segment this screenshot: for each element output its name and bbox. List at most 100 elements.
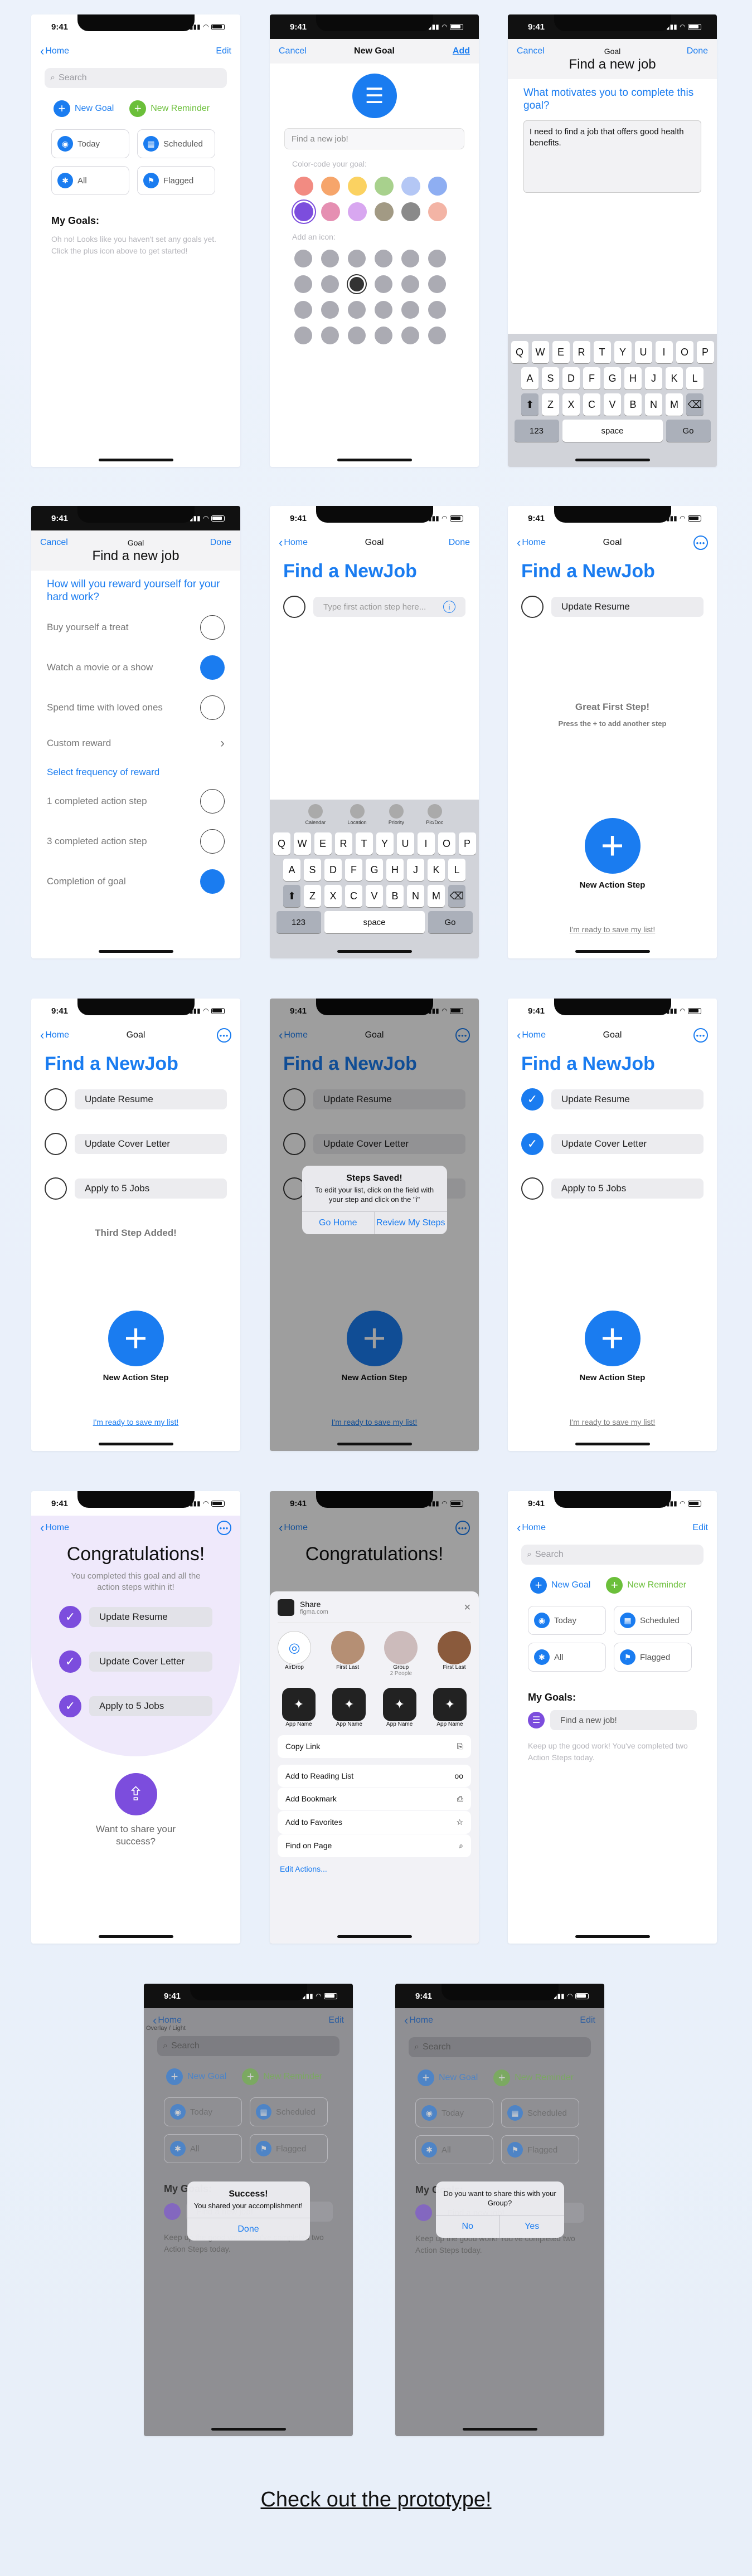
icon-option[interactable]: [294, 327, 312, 344]
tile-flagged[interactable]: ⚑ Flagged: [137, 166, 215, 195]
frequency-option[interactable]: 3 completed action step: [31, 821, 240, 861]
icon-option[interactable]: [375, 250, 392, 267]
copy-link-action[interactable]: Copy Link ⎘: [278, 1735, 471, 1758]
new-goal-button[interactable]: + New Goal: [54, 100, 114, 117]
color-swatch[interactable]: [428, 202, 447, 221]
reward-option[interactable]: Buy yourself a treat: [31, 607, 240, 647]
app-target[interactable]: ✦ App Name: [382, 1688, 416, 1727]
tile-scheduled[interactable]: ▦ Scheduled: [137, 129, 215, 158]
step-checkbox[interactable]: [45, 1133, 67, 1155]
save-list-link[interactable]: I'm ready to save my list!: [31, 1418, 240, 1426]
icon-option[interactable]: [321, 301, 339, 319]
back-home-button[interactable]: ‹ Home: [40, 1029, 69, 1041]
contact-target[interactable]: First Last: [437, 1631, 471, 1677]
bookmark-action[interactable]: Add Bookmark ⎙: [278, 1788, 471, 1810]
icon-option[interactable]: [321, 327, 339, 344]
review-steps-button[interactable]: Review My Steps: [374, 1211, 447, 1234]
color-swatch[interactable]: [348, 177, 367, 196]
icon-option[interactable]: [294, 301, 312, 319]
group-target[interactable]: Group 2 People: [384, 1631, 418, 1677]
icon-option[interactable]: [401, 301, 419, 319]
yes-button[interactable]: Yes: [499, 2215, 564, 2238]
icon-option[interactable]: [428, 301, 446, 319]
save-list-link[interactable]: I'm ready to save my list!: [508, 1418, 717, 1426]
back-home-button[interactable]: ‹ Home: [279, 537, 308, 549]
new-reminder-button[interactable]: + New Reminder: [129, 100, 210, 117]
icon-option-selected[interactable]: [348, 275, 366, 293]
step-item[interactable]: Apply to 5 Jobs: [75, 1179, 227, 1199]
step-checkbox[interactable]: [45, 1177, 67, 1200]
back-home-button[interactable]: ‹ Home: [40, 45, 69, 57]
airdrop-target[interactable]: ◎ AirDrop: [278, 1631, 311, 1677]
icon-option[interactable]: [428, 250, 446, 267]
step-checkbox[interactable]: [521, 596, 544, 618]
done-button[interactable]: Done: [449, 538, 470, 548]
tile-flagged[interactable]: ⚑ Flagged: [614, 1643, 692, 1672]
icon-option[interactable]: [321, 275, 339, 293]
custom-reward[interactable]: Custom reward ›: [31, 728, 240, 759]
icon-option[interactable]: [348, 301, 366, 319]
favorites-action[interactable]: Add to Favorites ☆: [278, 1811, 471, 1834]
step-item[interactable]: Update Cover Letter: [551, 1134, 704, 1154]
icon-option[interactable]: [294, 250, 312, 267]
search-input[interactable]: ⌕ Search: [45, 68, 227, 88]
color-swatch[interactable]: [294, 177, 313, 196]
icon-option[interactable]: [375, 301, 392, 319]
more-icon[interactable]: •••: [693, 1028, 708, 1043]
icon-option[interactable]: [348, 250, 366, 267]
goal-row[interactable]: ☰ Find a new job!: [508, 1708, 717, 1732]
tile-today[interactable]: ◉ Today: [51, 129, 129, 158]
edit-button[interactable]: Edit: [216, 46, 231, 56]
icon-option[interactable]: [375, 327, 392, 344]
step-item[interactable]: Update Resume: [551, 1089, 704, 1109]
icon-option[interactable]: [401, 275, 419, 293]
done-button[interactable]: Done: [187, 2218, 310, 2241]
info-icon[interactable]: i: [443, 601, 455, 613]
add-step-button[interactable]: +: [584, 818, 641, 874]
icon-option[interactable]: [401, 250, 419, 267]
motivation-textarea[interactable]: I need to find a job that offers good he…: [523, 120, 701, 193]
icon-option[interactable]: [401, 327, 419, 344]
cancel-button[interactable]: Cancel: [40, 538, 68, 548]
more-icon[interactable]: •••: [693, 535, 708, 550]
step-item[interactable]: Apply to 5 Jobs: [551, 1179, 704, 1199]
app-target[interactable]: ✦ App Name: [433, 1688, 467, 1727]
step-checkbox[interactable]: [283, 596, 305, 618]
done-button[interactable]: Done: [687, 46, 708, 56]
tile-all[interactable]: ✱ All: [51, 166, 129, 195]
step-checkbox[interactable]: [521, 1177, 544, 1200]
edit-actions-link[interactable]: Edit Actions...: [278, 1858, 471, 1880]
color-swatch[interactable]: [321, 202, 340, 221]
add-button[interactable]: Add: [453, 46, 470, 56]
more-icon[interactable]: •••: [217, 1521, 231, 1535]
color-swatch[interactable]: [428, 177, 447, 196]
check-icon[interactable]: ✓: [521, 1088, 544, 1111]
frequency-option[interactable]: Completion of goal: [31, 861, 240, 902]
share-icon[interactable]: ⇪: [114, 1773, 157, 1815]
close-icon[interactable]: ✕: [464, 1602, 471, 1613]
back-home-button[interactable]: ‹ Home: [517, 537, 546, 549]
back-home-button[interactable]: ‹ Home: [40, 1522, 69, 1534]
icon-option[interactable]: [428, 327, 446, 344]
go-home-button[interactable]: Go Home: [302, 1212, 375, 1234]
action-step-input[interactable]: Type first action step here... i: [313, 597, 465, 617]
done-button[interactable]: Done: [210, 538, 231, 548]
frequency-option[interactable]: 1 completed action step: [31, 781, 240, 821]
app-target[interactable]: ✦ App Name: [332, 1688, 366, 1727]
color-swatch[interactable]: [375, 177, 394, 196]
step-checkbox[interactable]: [45, 1088, 67, 1111]
color-swatch[interactable]: [401, 177, 420, 196]
find-action[interactable]: Find on Page ⌕: [278, 1834, 471, 1857]
save-list-link[interactable]: I'm ready to save my list!: [508, 925, 717, 934]
back-home-button[interactable]: ‹ Home: [517, 1522, 546, 1534]
add-step-button[interactable]: +: [108, 1311, 164, 1366]
reading-list-action[interactable]: Add to Reading List oo: [278, 1765, 471, 1787]
step-item[interactable]: Update Resume: [551, 597, 704, 617]
icon-option[interactable]: [294, 275, 312, 293]
color-swatch[interactable]: [294, 202, 313, 221]
cancel-button[interactable]: Cancel: [279, 46, 307, 56]
new-reminder-button[interactable]: + New Reminder: [606, 1577, 686, 1594]
icon-option[interactable]: [375, 275, 392, 293]
reward-option[interactable]: Watch a movie or a show: [31, 647, 240, 688]
no-button[interactable]: No: [436, 2215, 500, 2238]
